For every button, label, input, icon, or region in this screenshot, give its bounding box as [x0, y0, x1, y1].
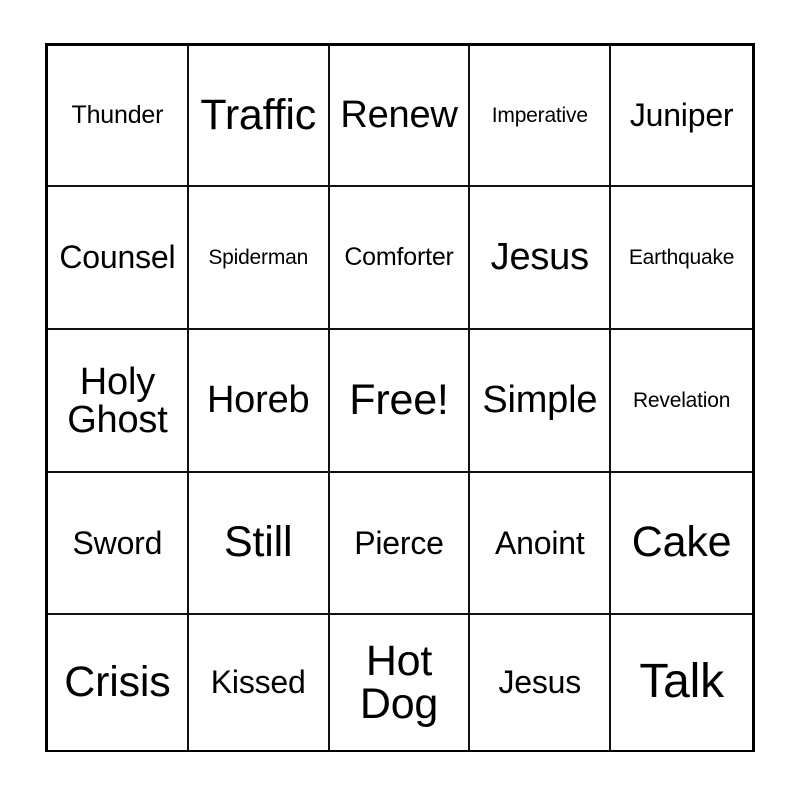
bingo-cell-kissed[interactable]: Kissed — [188, 615, 330, 750]
bingo-cell-label: Crisis — [64, 657, 171, 706]
bingo-cell-still[interactable]: Still — [188, 473, 330, 615]
bingo-cell-jesus[interactable]: Jesus — [470, 615, 612, 750]
bingo-cell-label-line: Ghost — [67, 398, 168, 441]
bingo-cell-comforter[interactable]: Comforter — [329, 187, 471, 330]
bingo-cell-label: Jesus — [498, 664, 582, 701]
bingo-cell-label: Hot Dog — [359, 636, 439, 728]
bingo-cell-revelation[interactable]: Revelation — [611, 330, 752, 473]
bingo-cell-label: Horeb — [206, 379, 310, 422]
bingo-cell-label: Imperative — [491, 103, 588, 127]
bingo-cell-label: Earthquake — [628, 245, 735, 269]
bingo-cell-renew[interactable]: Renew — [329, 46, 471, 187]
bingo-cell-thunder[interactable]: Thunder — [48, 46, 189, 187]
bingo-cell-label: Kissed — [210, 664, 306, 701]
bingo-cell-juniper[interactable]: Juniper — [611, 46, 752, 187]
bingo-cell-label-line: Dog — [359, 679, 439, 728]
bingo-cell-label: Simple — [482, 379, 598, 422]
bingo-cell-anoint[interactable]: Anoint — [470, 473, 612, 615]
bingo-cell-horeb[interactable]: Horeb — [188, 330, 330, 473]
bingo-cell-jesus[interactable]: Jesus — [470, 187, 612, 330]
bingo-cell-spiderman[interactable]: Spiderman — [188, 187, 330, 330]
bingo-cell-hot-dog[interactable]: Hot Dog — [329, 615, 471, 750]
bingo-cell-label: Cake — [631, 518, 732, 567]
bingo-cell-label: Spiderman — [208, 245, 309, 269]
bingo-cell-label: Comforter — [344, 242, 454, 271]
bingo-cell-cake[interactable]: Cake — [611, 473, 752, 615]
bingo-cell-label: Thunder — [71, 100, 164, 129]
bingo-cell-label: Still — [224, 518, 293, 567]
bingo-cell-label: Renew — [340, 94, 458, 137]
bingo-cell-label: Counsel — [59, 239, 176, 276]
bingo-cell-pierce[interactable]: Pierce — [329, 473, 471, 615]
bingo-cell-holy-ghost[interactable]: Holy Ghost — [48, 330, 189, 473]
bingo-cell-label: Holy Ghost — [67, 360, 168, 441]
bingo-cell-simple[interactable]: Simple — [470, 330, 612, 473]
bingo-cell-counsel[interactable]: Counsel — [48, 187, 189, 330]
bingo-cell-imperative[interactable]: Imperative — [470, 46, 612, 187]
bingo-cell-sword[interactable]: Sword — [48, 473, 189, 615]
bingo-cell-label: Free! — [349, 375, 449, 424]
bingo-cell-label: Pierce — [354, 524, 444, 561]
bingo-cell-earthquake[interactable]: Earthquake — [611, 187, 752, 330]
bingo-cell-traffic[interactable]: Traffic — [188, 46, 330, 187]
bingo-cell-label: Revelation — [632, 388, 731, 412]
bingo-cell-talk[interactable]: Talk — [611, 615, 752, 750]
bingo-cell-label: Talk — [639, 655, 724, 709]
bingo-cell-free[interactable]: Free! — [329, 330, 471, 473]
bingo-cell-label: Jesus — [490, 236, 589, 279]
bingo-cell-label: Juniper — [629, 97, 734, 134]
bingo-cell-label-line: Hot — [365, 636, 433, 685]
bingo-cell-label: Traffic — [200, 90, 317, 139]
bingo-cell-label: Sword — [72, 524, 163, 561]
bingo-cell-crisis[interactable]: Crisis — [48, 615, 189, 750]
bingo-cell-label: Anoint — [495, 524, 585, 561]
bingo-card: Thunder Traffic Renew Imperative Juniper Coun… — [45, 43, 755, 752]
bingo-cell-label-line: Holy — [79, 360, 155, 403]
